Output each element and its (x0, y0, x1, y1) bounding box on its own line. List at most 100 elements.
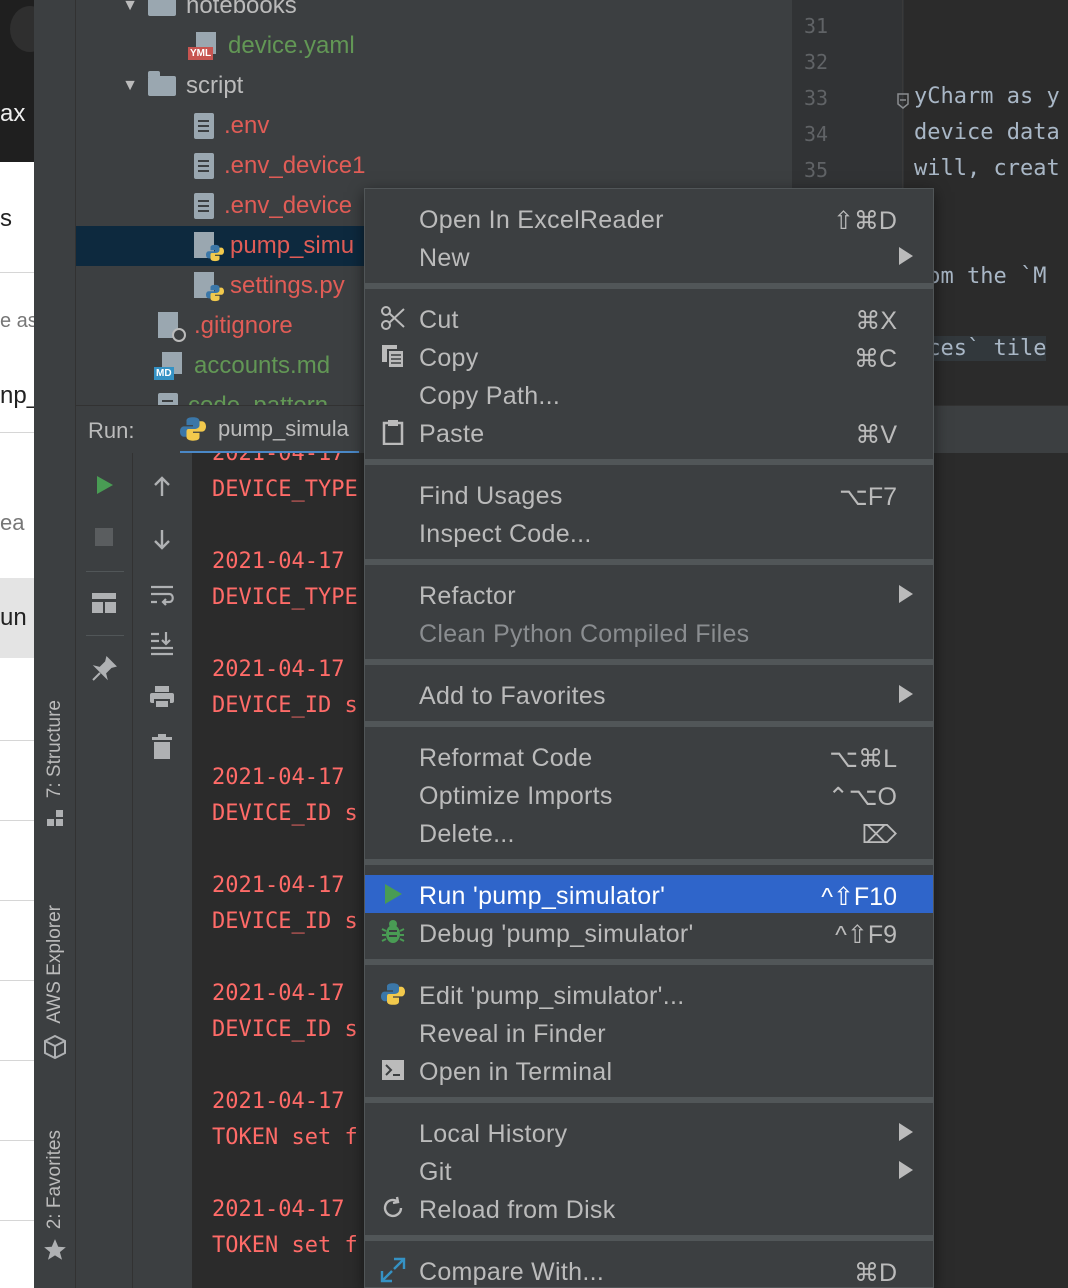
menu-item-cut[interactable]: Cut ⌘X (365, 299, 933, 337)
tab-aws-explorer[interactable]: AWS Explorer (34, 905, 76, 1060)
tree-item-script[interactable]: ▼ script (76, 66, 792, 106)
menu-item-optimize-imports[interactable]: Optimize Imports ⌃⌥O (365, 775, 933, 813)
pin-icon[interactable] (90, 655, 118, 683)
menu-item-refactor[interactable]: Refactor (365, 575, 933, 613)
python-file-icon (194, 272, 224, 302)
menu-item-label: Open In ExcelReader (419, 206, 664, 234)
menu-separator (365, 559, 933, 565)
log-line: 2021-04-17 (212, 657, 345, 682)
tree-item-device-yaml[interactable]: YML device.yaml (76, 26, 792, 66)
tree-item-label: code_pattern (188, 392, 328, 405)
menu-item-delete[interactable]: Delete... ⌦ (365, 813, 933, 851)
log-line: DEVICE_TYPE (212, 585, 358, 610)
stop-icon[interactable] (90, 523, 118, 551)
log-line: 2021-04-17 (212, 981, 345, 1006)
menu-item-clean-python-compiled-files[interactable]: Clean Python Compiled Files (365, 613, 933, 651)
soft-wrap-icon[interactable] (148, 581, 176, 609)
log-line: DEVICE_ID s (212, 909, 358, 934)
reload-icon (379, 1194, 407, 1222)
menu-item-local-history[interactable]: Local History (365, 1113, 933, 1151)
folder-icon (148, 0, 176, 16)
menu-item-git[interactable]: Git (365, 1151, 933, 1189)
tool-window-stripe: 7: Structure AWS Explorer 2: Favorites (34, 0, 76, 1288)
menu-item-copy[interactable]: Copy ⌘C (365, 337, 933, 375)
menu-item-add-to-favorites[interactable]: Add to Favorites (365, 675, 933, 713)
tree-item-env-device1[interactable]: .env_device1 (76, 146, 792, 186)
line-number: 33 (804, 86, 829, 110)
scroll-to-end-icon[interactable] (148, 629, 176, 657)
layout-icon[interactable] (90, 589, 118, 617)
arrow-down-icon[interactable] (148, 525, 176, 553)
log-line: DEVICE_ID s (212, 693, 358, 718)
submenu-arrow-icon (899, 685, 913, 703)
menu-item-label: Git (419, 1158, 452, 1186)
folder-icon (148, 71, 176, 96)
clipboard-icon (379, 418, 407, 446)
log-line: 2021-04-17 (212, 873, 345, 898)
fold-icon[interactable] (896, 92, 910, 110)
background-text-fragment: e as (0, 310, 34, 332)
menu-item-open-in-excelreader[interactable]: Open In ExcelReader ⇧⌘D (365, 199, 933, 237)
tab-structure-label: 7: Structure (44, 700, 65, 799)
menu-item-find-usages[interactable]: Find Usages ⌥F7 (365, 475, 933, 513)
background-text-fragment: ea (0, 510, 25, 535)
menu-item-edit-pump-simulator[interactable]: Edit 'pump_simulator'... (365, 975, 933, 1013)
menu-item-reload-from-disk[interactable]: Reload from Disk (365, 1189, 933, 1227)
menu-separator (365, 283, 933, 289)
toolbar-divider (86, 635, 124, 636)
menu-item-inspect-code[interactable]: Inspect Code... (365, 513, 933, 551)
line-number: 32 (804, 50, 829, 74)
tree-item-notebooks[interactable]: ▼ notebooks (76, 0, 792, 26)
tree-item-label: settings.py (230, 272, 345, 299)
menu-item-shortcut: ^⇧F9 (835, 921, 897, 949)
menu-item-reformat-code[interactable]: Reformat Code ⌥⌘L (365, 737, 933, 775)
text-file-icon (158, 393, 178, 405)
menu-separator (365, 1235, 933, 1241)
rerun-icon[interactable] (90, 471, 118, 499)
menu-separator (365, 659, 933, 665)
chevron-down-icon[interactable]: ▼ (118, 0, 142, 15)
run-icon (379, 880, 407, 908)
background-window: ax s e as np_ ea un (0, 0, 34, 1288)
run-tab-pump-simulator[interactable]: pump_simula (180, 406, 359, 454)
menu-item-reveal-in-finder[interactable]: Reveal in Finder (365, 1013, 933, 1051)
menu-separator (365, 459, 933, 465)
menu-item-run-pump-simulator[interactable]: Run 'pump_simulator' ^⇧F10 (365, 875, 933, 913)
menu-item-open-in-terminal[interactable]: Open in Terminal (365, 1051, 933, 1089)
menu-item-label: Add to Favorites (419, 682, 606, 710)
menu-item-label: Compare With... (419, 1258, 605, 1286)
menu-item-copy-path[interactable]: Copy Path... (365, 375, 933, 413)
tab-structure[interactable]: 7: Structure (34, 700, 76, 828)
tree-item-env[interactable]: .env (76, 106, 792, 146)
trash-icon[interactable] (148, 733, 176, 761)
context-menu: Open In ExcelReader ⇧⌘D New Cut ⌘X Copy … (364, 188, 934, 1288)
log-line: 2021-04-17 (212, 1197, 345, 1222)
markdown-file-icon: MD (154, 352, 184, 380)
run-toolbar (76, 453, 192, 1288)
menu-item-shortcut: ⌘D (853, 1259, 897, 1287)
menu-item-new[interactable]: New (365, 237, 933, 275)
text-file-icon (194, 193, 214, 219)
text-file-icon (194, 153, 214, 179)
menu-separator (365, 1097, 933, 1103)
menu-item-label: Debug 'pump_simulator' (419, 920, 694, 948)
background-divider (0, 272, 34, 273)
log-line: 2021-04-17 (212, 765, 345, 790)
tab-favorites[interactable]: 2: Favorites (34, 1130, 76, 1263)
star-icon (44, 1239, 66, 1261)
menu-item-compare-with[interactable]: Compare With... ⌘D (365, 1251, 933, 1288)
menu-item-debug-pump-simulator[interactable]: Debug 'pump_simulator' ^⇧F9 (365, 913, 933, 951)
submenu-arrow-icon (899, 247, 913, 265)
tab-favorites-label: 2: Favorites (44, 1130, 65, 1230)
menu-item-label: Optimize Imports (419, 782, 613, 810)
menu-item-label: Copy Path... (419, 382, 561, 410)
menu-separator (365, 721, 933, 727)
log-line: 2021-04-17 (212, 1089, 345, 1114)
arrow-up-icon[interactable] (148, 473, 176, 501)
chevron-down-icon[interactable]: ▼ (118, 77, 142, 95)
menu-item-shortcut: ⇧⌘D (832, 207, 897, 235)
log-line: 2021-04-17 (212, 453, 345, 466)
menu-item-paste[interactable]: Paste ⌘V (365, 413, 933, 451)
log-line: 2021-04-17 (212, 549, 345, 574)
print-icon[interactable] (148, 683, 176, 711)
